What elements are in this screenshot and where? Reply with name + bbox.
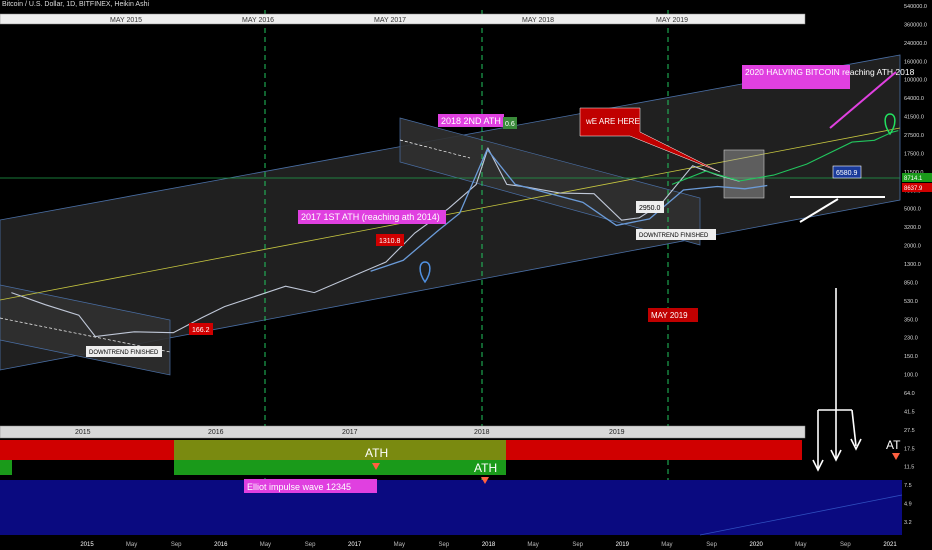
year-label-2016: 2016 [208,429,224,436]
x-tick-label: Sep [840,542,851,548]
at-edge-label: AT [886,438,901,452]
year-label-2019: 2019 [609,429,625,436]
x-tick-label: 2020 [750,542,764,548]
y-tick-label: 3200.0 [904,225,921,231]
x-tick-label: Sep [439,542,450,548]
y-tick-label: 1300.0 [904,262,921,268]
green-band-left [0,460,12,475]
ath-2017-label: 2017 1ST ATH (reaching ath 2014) [301,212,440,222]
price-1310-label: 1310.8 [379,238,401,245]
symbol-title: Bitcoin / U.S. Dollar, 1D, BITFINEX, Hei… [2,1,150,8]
y-tick-label: 17.5 [904,446,915,452]
y-tick-label: 27.5 [904,428,915,434]
price-2950-label: 2950.0 [639,205,661,212]
top-bar-label-may-2015: MAY 2015 [110,17,142,24]
y-tick-label: 64.0 [904,391,915,397]
x-tick-label: 2017 [348,542,362,548]
y-tick-label: 230.0 [904,336,918,342]
price-tag-green-label: 8714.1 [904,176,923,182]
y-tick-label: 530.0 [904,299,918,305]
y-tick-label: 41500.0 [904,115,924,121]
y-tick-label: 7.5 [904,483,912,489]
price-tag-red-label: 8637.9 [904,186,923,192]
may-2019-label: MAY 2019 [651,311,688,320]
x-tick-label: 2016 [214,542,228,548]
y-tick-label: 850.0 [904,280,918,286]
x-tick-label: 2018 [482,542,496,548]
y-tick-label: 360000.0 [904,22,927,28]
x-tick-label: 2021 [883,542,897,548]
olive-band [174,440,506,460]
year-label-2018: 2018 [474,429,490,436]
green-band [174,460,506,475]
top-bar-label-may-2016: MAY 2016 [242,17,274,24]
y-tick-label: 100000.0 [904,78,927,84]
ath-label-left: ATH [365,446,388,460]
downtrend-label-2: DOWNTREND FINISHED [639,233,709,239]
y-tick-label: 540000.0 [904,4,927,10]
x-tick-label: May [260,542,271,548]
indicator-panel: 2015 2016 2017 2018 2019 ATH ATH Elliot … [0,425,903,536]
y-tick-label: 17500.0 [904,151,924,157]
bitcoin-log-chart: MAY 2015 MAY 2016 MAY 2017 MAY 2018 MAY … [0,0,932,550]
y-tick-label: 27500.0 [904,133,924,139]
year-bar [0,425,806,439]
y-tick-label: 100.0 [904,373,918,379]
ath-2018-value: 0.6 [505,121,515,128]
x-tick-label: May [527,542,538,548]
y-tick-label: 350.0 [904,317,918,323]
y-tick-label: 3.2 [904,520,912,526]
red-band-left [0,440,174,460]
price-6580-label: 6580.9 [836,170,858,177]
halving-label: 2020 HALVING BITCOIN reaching ATH 2018 [745,67,915,77]
we-are-here-label: wE ARE HERE [585,117,640,126]
x-tick-label: Sep [572,542,583,548]
x-tick-label: Sep [305,542,316,548]
x-tick-label: 2019 [616,542,630,548]
y-tick-label: 160000.0 [904,59,927,65]
navy-band [0,480,902,535]
y-tick-label: 150.0 [904,354,918,360]
red-band-right [506,440,802,460]
price-166-label: 166.2 [192,327,210,334]
year-label-2017: 2017 [342,429,358,436]
elliot-label: Elliot impulse wave 12345 [247,482,351,492]
y-tick-label: 2000.0 [904,244,921,250]
x-tick-label: Sep [706,542,717,548]
x-tick-label: May [394,542,405,548]
y-tick-label: 64000.0 [904,96,924,102]
highlight-box [723,149,765,199]
x-tick-label: May [661,542,672,548]
top-bar-label-may-2019: MAY 2019 [656,17,688,24]
top-bar-label-may-2017: MAY 2017 [374,17,406,24]
ath-2018-label: 2018 2ND ATH [441,116,501,126]
top-timeline-bar: MAY 2015 MAY 2016 MAY 2017 MAY 2018 MAY … [0,13,806,25]
downtrend-label-1: DOWNTREND FINISHED [89,350,159,356]
x-tick-label: May [126,542,137,548]
y-tick-label: 5000.0 [904,207,921,213]
top-bar-label-may-2018: MAY 2018 [522,17,554,24]
ath-label-right: ATH [474,461,497,475]
x-tick-label: May [795,542,806,548]
x-tick-label: Sep [171,542,182,548]
y-tick-label: 11.5 [904,465,914,471]
year-label-2015: 2015 [75,429,91,436]
y-tick-label: 240000.0 [904,41,927,47]
x-tick-label: 2015 [80,542,94,548]
y-tick-label: 4.9 [904,502,912,508]
y-tick-label: 41.5 [904,409,915,415]
